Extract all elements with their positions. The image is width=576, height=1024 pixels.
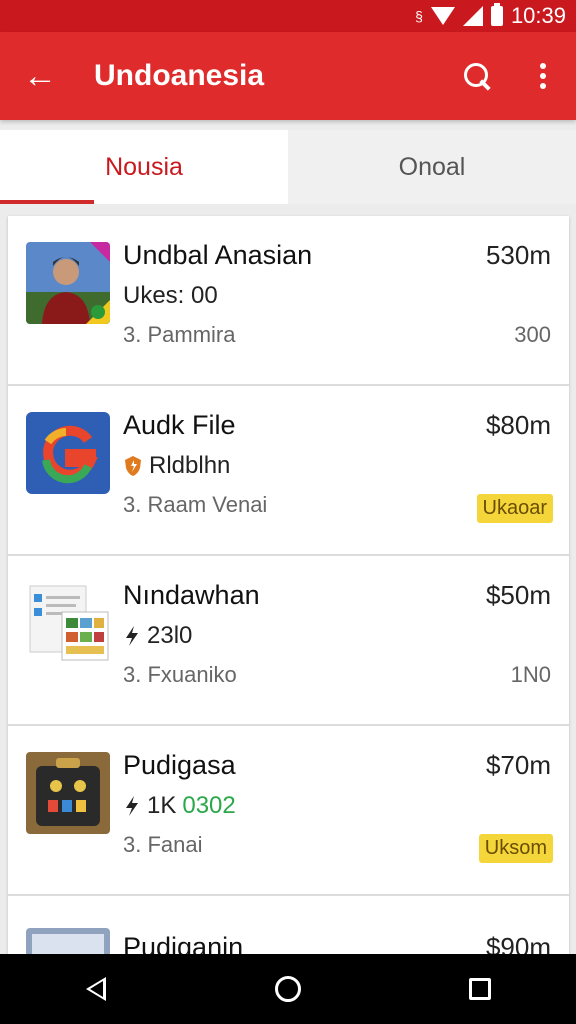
app-bar: ← Undoanesia: [0, 32, 576, 120]
back-button[interactable]: ←: [0, 32, 80, 120]
list-item[interactable]: Audk File Rldblhn 3. Raam Venai $80m Uka…: [8, 386, 569, 556]
list-item[interactable]: Nındawhan 23l0 3. Fxuaniko $50m 1N0: [8, 556, 569, 726]
bolt-icon: [126, 626, 138, 646]
status-badge: Uksom: [478, 834, 553, 863]
system-nav-bar: [0, 954, 576, 1024]
item-title: Audk File: [123, 410, 236, 440]
home-circle-icon: [275, 976, 301, 1002]
item-subtitle: 23l0: [147, 622, 193, 649]
notification-icon: §: [415, 8, 423, 24]
item-title: Pudigasa: [123, 750, 236, 780]
item-price: $70m: [485, 750, 551, 780]
search-icon: [464, 63, 490, 89]
item-subtitle-row: 1K 0302: [123, 792, 236, 820]
tab-nousia[interactable]: Nousia: [0, 130, 288, 204]
nav-home-button[interactable]: [258, 959, 318, 1019]
item-count: 300: [514, 322, 551, 347]
item-subtitle-accent: 0302: [182, 792, 236, 819]
status-badge: Ukaoar: [476, 494, 553, 523]
item-price: $50m: [485, 580, 551, 610]
item-meta: 3. Fanai: [123, 832, 203, 857]
item-subtitle: Rldblhn: [149, 452, 231, 479]
overflow-menu-button[interactable]: [510, 32, 576, 120]
app-logo-thumbnail: [26, 412, 110, 494]
item-title: Nındawhan: [123, 580, 260, 610]
nav-back-button[interactable]: [66, 959, 126, 1019]
item-meta: 3. Raam Venai: [123, 492, 268, 517]
item-subtitle-row: 23l0: [123, 622, 192, 650]
more-vert-icon: [540, 63, 546, 89]
item-title: Undbal Anasian: [123, 240, 313, 270]
item-subtitle-row: Rldblhn: [123, 452, 230, 480]
person-photo-thumbnail: [26, 242, 110, 324]
documents-thumbnail: [26, 582, 110, 664]
item-meta: 3. Pammira: [123, 322, 236, 347]
status-bar: § 10:39: [0, 0, 576, 32]
item-count: 1N0: [510, 662, 551, 687]
back-triangle-icon: [86, 977, 106, 1001]
gold-box-thumbnail: [26, 752, 110, 834]
search-button[interactable]: [444, 32, 510, 120]
results-list: Undbal Anasian Ukes: 00 3. Pammira 530m …: [8, 216, 569, 976]
tab-bar: Nousia Onoal: [0, 130, 576, 204]
battery-icon: [490, 3, 503, 26]
item-subtitle: 1K: [147, 792, 177, 819]
item-price: 530m: [485, 240, 551, 270]
nav-recents-button[interactable]: [450, 959, 510, 1019]
status-time: 10:39: [510, 3, 566, 28]
item-meta: 3. Fxuaniko: [123, 662, 237, 687]
list-item[interactable]: Undbal Anasian Ukes: 00 3. Pammira 530m …: [8, 216, 569, 386]
shield-icon: [125, 456, 141, 476]
tab-onoal[interactable]: Onoal: [288, 130, 576, 204]
bolt-icon: [126, 796, 138, 816]
recents-square-icon: [469, 978, 491, 1000]
item-price: $80m: [485, 410, 551, 440]
item-subtitle: Ukes: 00: [123, 282, 218, 309]
page-title: Undoanesia: [94, 59, 265, 92]
signal-icon: [462, 6, 483, 26]
list-item[interactable]: Pudigasa 1K 0302 3. Fanai $70m Uksom: [8, 726, 569, 896]
arrow-left-icon: ←: [23, 56, 57, 95]
wifi-icon: [430, 7, 455, 25]
